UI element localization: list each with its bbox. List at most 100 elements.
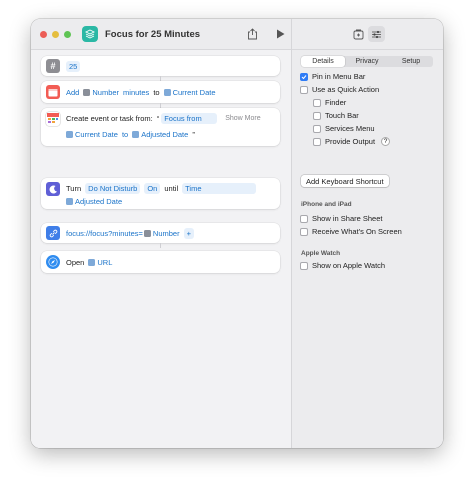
provide-output-checkbox[interactable]: [313, 137, 321, 146]
show-more-button[interactable]: Show More: [225, 115, 260, 122]
iphone-ipad-heading: iPhone and iPad: [301, 201, 352, 208]
pin-menu-bar-label: Pin in Menu Bar: [312, 72, 366, 81]
tab-privacy[interactable]: Privacy: [345, 56, 389, 67]
provide-output-label: Provide Output: [325, 137, 376, 146]
window-title[interactable]: Focus for 25 Minutes: [105, 29, 200, 40]
provide-output-option[interactable]: Provide Output ?: [313, 137, 391, 146]
until-time-token[interactable]: Time: [182, 183, 257, 194]
services-menu-checkbox[interactable]: [313, 124, 321, 133]
whats-on-screen-checkbox[interactable]: [300, 227, 308, 236]
start-date-label: Current Date: [75, 130, 118, 139]
action-url[interactable]: focus://focus?minutes= Number +: [41, 223, 280, 243]
number-value[interactable]: 25: [66, 61, 81, 72]
shortcut-layers-icon[interactable]: [82, 26, 98, 42]
apple-watch-option[interactable]: Show on Apple Watch: [300, 261, 385, 270]
adjusted-date-label: Adjusted Date: [75, 197, 123, 206]
finder-checkbox[interactable]: [313, 98, 321, 107]
variable-icon: [83, 89, 91, 96]
share-sheet-label: Show in Share Sheet: [312, 214, 383, 223]
add-operation-token[interactable]: Add: [66, 88, 79, 97]
moon-icon: [46, 182, 60, 196]
finder-label: Finder: [325, 98, 347, 107]
shortcut-editor-window: Focus for 25 Minutes # 25 Add Number min…: [31, 19, 443, 448]
pin-menu-bar-option[interactable]: Pin in Menu Bar: [300, 72, 365, 81]
details-sidebar: Details Privacy Setup Pin in Menu Bar Us…: [292, 50, 443, 448]
apple-watch-heading: Apple Watch: [301, 250, 341, 257]
event-title-field[interactable]: Focus from: [161, 113, 218, 124]
hash-icon: #: [46, 59, 60, 73]
action-focus-mode[interactable]: Turn Do Not Disturb On until Time Adjust…: [41, 178, 280, 209]
tab-details[interactable]: Details: [301, 56, 345, 67]
sidebar-tabs: Details Privacy Setup: [301, 56, 433, 67]
action-number[interactable]: # 25: [41, 56, 280, 76]
pin-menu-bar-checkbox[interactable]: [300, 72, 308, 81]
zoom-window-button[interactable]: [64, 31, 71, 38]
link-icon: [46, 226, 60, 240]
quick-action-checkbox[interactable]: [300, 85, 308, 94]
action-create-event[interactable]: Create event or task from: “ Focus from …: [41, 108, 280, 146]
reminders-calendar-icon: [46, 112, 60, 126]
url-number-variable[interactable]: Number: [143, 229, 180, 238]
until-label: until: [164, 184, 179, 193]
action-connector: [160, 243, 161, 248]
focus-state-token[interactable]: On: [144, 183, 161, 194]
url-variable-label: URL: [97, 258, 113, 267]
actions-editor: # 25 Add Number minutes to Current Date: [31, 50, 291, 448]
share-sheet-option[interactable]: Show in Share Sheet: [300, 214, 382, 223]
start-date-variable[interactable]: Current Date: [66, 130, 118, 139]
create-event-label: Create event or task from:: [66, 114, 153, 123]
url-variable[interactable]: URL: [88, 258, 112, 267]
calendar-icon: [46, 85, 60, 99]
action-open-url[interactable]: Open URL: [41, 251, 280, 273]
touch-bar-checkbox[interactable]: [313, 111, 321, 120]
title-bar: Focus for 25 Minutes: [31, 19, 443, 50]
add-url-plus-button[interactable]: +: [183, 228, 194, 239]
share-sheet-checkbox[interactable]: [300, 214, 308, 223]
variable-icon: [88, 259, 96, 266]
close-window-button[interactable]: [40, 31, 47, 38]
variable-icon: [143, 230, 151, 237]
number-variable-label: Number: [92, 88, 120, 97]
current-date-variable[interactable]: Current Date: [163, 88, 216, 97]
url-number-label: Number: [152, 229, 180, 238]
close-quote: ”: [192, 130, 195, 139]
safari-compass-icon: [46, 255, 60, 269]
share-icon[interactable]: [245, 27, 259, 41]
unit-token[interactable]: minutes: [123, 88, 149, 97]
help-question-icon[interactable]: ?: [381, 137, 391, 146]
tab-setup[interactable]: Setup: [389, 56, 433, 67]
run-play-icon[interactable]: [273, 27, 287, 41]
adjusted-date-variable[interactable]: Adjusted Date: [66, 197, 122, 206]
variable-icon: [132, 131, 140, 138]
touch-bar-option[interactable]: Touch Bar: [313, 111, 359, 120]
touch-bar-label: Touch Bar: [325, 111, 359, 120]
quick-action-option[interactable]: Use as Quick Action: [300, 85, 379, 94]
whats-on-screen-label: Receive What's On Screen: [312, 227, 402, 236]
end-date-label: Adjusted Date: [141, 130, 189, 139]
minimize-window-button[interactable]: [52, 31, 59, 38]
number-variable[interactable]: Number: [83, 88, 119, 97]
quick-action-label: Use as Quick Action: [312, 85, 380, 94]
services-menu-option[interactable]: Services Menu: [313, 124, 375, 133]
settings-sliders-icon[interactable]: [368, 26, 385, 42]
add-keyboard-shortcut-button[interactable]: Add Keyboard Shortcut: [301, 175, 389, 187]
end-date-variable[interactable]: Adjusted Date: [132, 130, 188, 139]
variable-icon: [66, 131, 73, 138]
action-adjust-date[interactable]: Add Number minutes to Current Date: [41, 81, 280, 103]
open-quote: “: [156, 114, 160, 123]
open-label: Open: [66, 258, 85, 267]
variable-icon: [66, 198, 73, 205]
services-menu-label: Services Menu: [325, 124, 375, 133]
focus-mode-token[interactable]: Do Not Disturb: [85, 183, 141, 194]
library-add-icon[interactable]: [351, 27, 365, 41]
current-date-label: Current Date: [172, 88, 216, 97]
to-label: to: [121, 130, 129, 139]
apple-watch-checkbox[interactable]: [300, 261, 308, 270]
apple-watch-label: Show on Apple Watch: [312, 261, 386, 270]
to-label: to: [153, 88, 160, 97]
url-text[interactable]: focus://focus?minutes=: [66, 229, 143, 238]
variable-icon: [163, 89, 171, 96]
turn-label: Turn: [66, 184, 82, 193]
whats-on-screen-option[interactable]: Receive What's On Screen: [300, 227, 402, 236]
finder-option[interactable]: Finder: [313, 98, 346, 107]
